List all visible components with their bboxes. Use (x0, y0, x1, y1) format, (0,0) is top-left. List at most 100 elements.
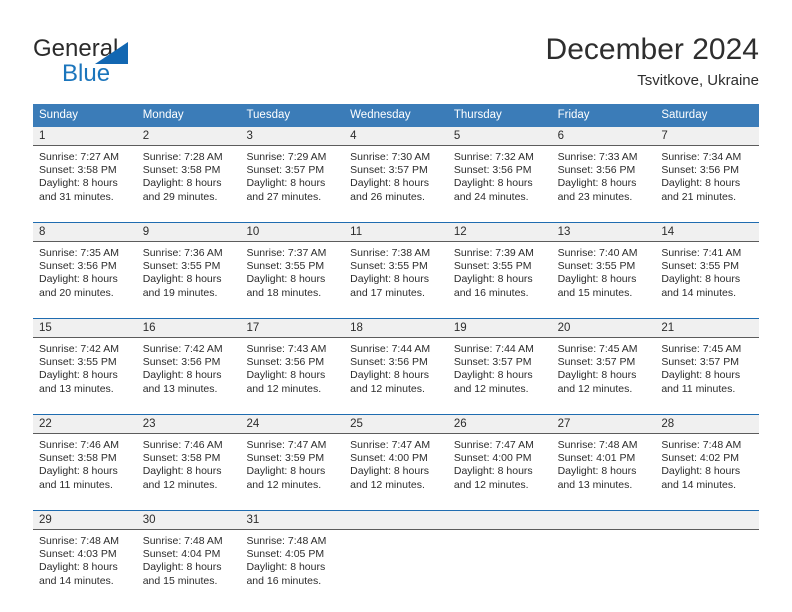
daylight-text-line1: Daylight: 8 hours (142, 465, 222, 478)
sunrise-text: Sunrise: 7:38 AM (350, 247, 431, 259)
daylight-text-line1: Daylight: 8 hours (453, 273, 533, 286)
day-cell[interactable]: 3 Sunrise: 7:29 AM Sunset: 3:57 PM Dayli… (240, 127, 345, 212)
day-details (552, 530, 656, 596)
day-cell[interactable]: 31 Sunrise: 7:48 AM Sunset: 4:05 PM Dayl… (240, 511, 345, 596)
daylight-text-line2: and 20 minutes. (39, 286, 114, 299)
day-details (655, 530, 759, 596)
day-cell[interactable]: 28 Sunrise: 7:48 AM Sunset: 4:02 PM Dayl… (655, 415, 760, 500)
day-cell[interactable]: 5 Sunrise: 7:32 AM Sunset: 3:56 PM Dayli… (447, 127, 552, 212)
daylight-text-line2: and 12 minutes. (142, 478, 218, 491)
weekday-header-row: Sunday Monday Tuesday Wednesday Thursday… (33, 104, 759, 127)
day-details: Sunrise: 7:29 AM Sunset: 3:57 PM Dayligh… (240, 146, 344, 212)
day-cell[interactable]: 18 Sunrise: 7:44 AM Sunset: 3:56 PM Dayl… (344, 319, 448, 404)
day-cell[interactable]: 22 Sunrise: 7:46 AM Sunset: 3:58 PM Dayl… (33, 415, 137, 500)
day-cell[interactable]: 29 Sunrise: 7:48 AM Sunset: 4:03 PM Dayl… (33, 511, 137, 596)
day-cell[interactable]: 1 Sunrise: 7:27 AM Sunset: 3:58 PM Dayli… (33, 127, 137, 212)
weekday-friday: Friday (557, 109, 590, 121)
sunrise-text: Sunrise: 7:45 AM (557, 343, 638, 355)
weekday-tuesday: Tuesday (246, 109, 291, 121)
day-cell-empty (551, 511, 656, 596)
title-block: December 2024 Tsvitkove, Ukraine (546, 32, 759, 90)
day-cell[interactable]: 20 Sunrise: 7:45 AM Sunset: 3:57 PM Dayl… (551, 319, 656, 404)
sunrise-text: Sunrise: 7:47 AM (246, 439, 327, 451)
day-details: Sunrise: 7:38 AM Sunset: 3:55 PM Dayligh… (344, 242, 448, 308)
daylight-text-line2: and 12 minutes. (350, 382, 425, 395)
sunset-text: Sunset: 3:56 PM (557, 164, 636, 177)
day-cell[interactable]: 17 Sunrise: 7:43 AM Sunset: 3:56 PM Dayl… (240, 319, 345, 404)
day-cell[interactable]: 30 Sunrise: 7:48 AM Sunset: 4:04 PM Dayl… (136, 511, 241, 596)
day-cell[interactable]: 16 Sunrise: 7:42 AM Sunset: 3:56 PM Dayl… (136, 319, 241, 404)
daylight-text-line2: and 12 minutes. (246, 478, 322, 491)
sunset-text: Sunset: 3:55 PM (39, 356, 117, 369)
daylight-text-line1: Daylight: 8 hours (39, 273, 118, 286)
day-number: 1 (33, 127, 137, 146)
weekday-thursday: Thursday (453, 109, 502, 121)
daylight-text-line2: and 23 minutes. (557, 190, 633, 203)
day-cell[interactable]: 6 Sunrise: 7:33 AM Sunset: 3:56 PM Dayli… (551, 127, 656, 212)
day-number (447, 511, 552, 530)
day-number: 18 (344, 319, 448, 338)
day-cell[interactable]: 8 Sunrise: 7:35 AM Sunset: 3:56 PM Dayli… (33, 223, 137, 308)
day-cell[interactable]: 13 Sunrise: 7:40 AM Sunset: 3:55 PM Dayl… (551, 223, 656, 308)
day-cell-empty (344, 511, 448, 596)
sunset-text: Sunset: 3:59 PM (246, 452, 325, 465)
day-details: Sunrise: 7:48 AM Sunset: 4:02 PM Dayligh… (655, 434, 759, 500)
day-number: 13 (551, 223, 656, 242)
day-details: Sunrise: 7:48 AM Sunset: 4:04 PM Dayligh… (137, 530, 241, 596)
daylight-text-line2: and 18 minutes. (246, 286, 322, 299)
day-cell[interactable]: 21 Sunrise: 7:45 AM Sunset: 3:57 PM Dayl… (655, 319, 760, 404)
day-cell[interactable]: 26 Sunrise: 7:47 AM Sunset: 4:00 PM Dayl… (447, 415, 552, 500)
day-cell[interactable]: 9 Sunrise: 7:36 AM Sunset: 3:55 PM Dayli… (136, 223, 241, 308)
day-number (344, 511, 448, 530)
day-cell[interactable]: 7 Sunrise: 7:34 AM Sunset: 3:56 PM Dayli… (655, 127, 760, 212)
day-details: Sunrise: 7:48 AM Sunset: 4:03 PM Dayligh… (33, 530, 137, 596)
day-details: Sunrise: 7:44 AM Sunset: 3:57 PM Dayligh… (448, 338, 552, 404)
week-row: 15 Sunrise: 7:42 AM Sunset: 3:55 PM Dayl… (33, 318, 760, 404)
day-details: Sunrise: 7:47 AM Sunset: 4:00 PM Dayligh… (448, 434, 552, 500)
daylight-text-line1: Daylight: 8 hours (453, 465, 533, 478)
day-details: Sunrise: 7:43 AM Sunset: 3:56 PM Dayligh… (240, 338, 344, 404)
day-cell[interactable]: 2 Sunrise: 7:28 AM Sunset: 3:58 PM Dayli… (136, 127, 241, 212)
page-title: December 2024 (545, 33, 759, 66)
day-cell[interactable]: 11 Sunrise: 7:38 AM Sunset: 3:55 PM Dayl… (344, 223, 448, 308)
daylight-text-line1: Daylight: 8 hours (246, 465, 326, 478)
day-number: 25 (344, 415, 448, 434)
sunrise-text: Sunrise: 7:37 AM (246, 247, 327, 259)
day-cell[interactable]: 27 Sunrise: 7:48 AM Sunset: 4:01 PM Dayl… (551, 415, 656, 500)
sunset-text: Sunset: 3:56 PM (661, 164, 739, 177)
daylight-text-line1: Daylight: 8 hours (246, 369, 326, 382)
daylight-text-line1: Daylight: 8 hours (39, 561, 118, 574)
sunset-text: Sunset: 3:57 PM (661, 356, 739, 369)
day-details: Sunrise: 7:48 AM Sunset: 4:05 PM Dayligh… (240, 530, 344, 596)
day-cell[interactable]: 10 Sunrise: 7:37 AM Sunset: 3:55 PM Dayl… (240, 223, 345, 308)
sunrise-text: Sunrise: 7:44 AM (350, 343, 431, 355)
sunset-text: Sunset: 4:00 PM (453, 452, 532, 465)
daylight-text-line1: Daylight: 8 hours (661, 465, 741, 478)
day-details: Sunrise: 7:39 AM Sunset: 3:55 PM Dayligh… (448, 242, 552, 308)
day-cell[interactable]: 25 Sunrise: 7:47 AM Sunset: 4:00 PM Dayl… (344, 415, 448, 500)
page-header: General Blue December 2024 Tsvitkove, Uk… (0, 0, 792, 100)
day-number: 20 (551, 319, 656, 338)
sunrise-text: Sunrise: 7:40 AM (557, 247, 638, 259)
day-cell[interactable]: 15 Sunrise: 7:42 AM Sunset: 3:55 PM Dayl… (33, 319, 137, 404)
day-cell[interactable]: 23 Sunrise: 7:46 AM Sunset: 3:58 PM Dayl… (136, 415, 241, 500)
day-details: Sunrise: 7:35 AM Sunset: 3:56 PM Dayligh… (33, 242, 137, 308)
day-cell[interactable]: 12 Sunrise: 7:39 AM Sunset: 3:55 PM Dayl… (447, 223, 552, 308)
sunrise-text: Sunrise: 7:48 AM (246, 535, 327, 547)
day-details: Sunrise: 7:34 AM Sunset: 3:56 PM Dayligh… (655, 146, 759, 212)
day-number: 15 (33, 319, 137, 338)
daylight-text-line1: Daylight: 8 hours (39, 465, 118, 478)
daylight-text-line1: Daylight: 8 hours (142, 177, 222, 190)
day-number: 27 (551, 415, 656, 434)
day-cell[interactable]: 24 Sunrise: 7:47 AM Sunset: 3:59 PM Dayl… (240, 415, 345, 500)
day-details: Sunrise: 7:36 AM Sunset: 3:55 PM Dayligh… (137, 242, 241, 308)
sunset-text: Sunset: 4:03 PM (39, 548, 117, 561)
day-cell[interactable]: 4 Sunrise: 7:30 AM Sunset: 3:57 PM Dayli… (344, 127, 448, 212)
daylight-text-line2: and 13 minutes. (142, 382, 218, 395)
day-cell[interactable]: 19 Sunrise: 7:44 AM Sunset: 3:57 PM Dayl… (447, 319, 552, 404)
daylight-text-line1: Daylight: 8 hours (246, 273, 326, 286)
daylight-text-line1: Daylight: 8 hours (39, 369, 118, 382)
sunset-text: Sunset: 3:58 PM (39, 452, 117, 465)
day-cell[interactable]: 14 Sunrise: 7:41 AM Sunset: 3:55 PM Dayl… (655, 223, 760, 308)
daylight-text-line1: Daylight: 8 hours (557, 369, 637, 382)
